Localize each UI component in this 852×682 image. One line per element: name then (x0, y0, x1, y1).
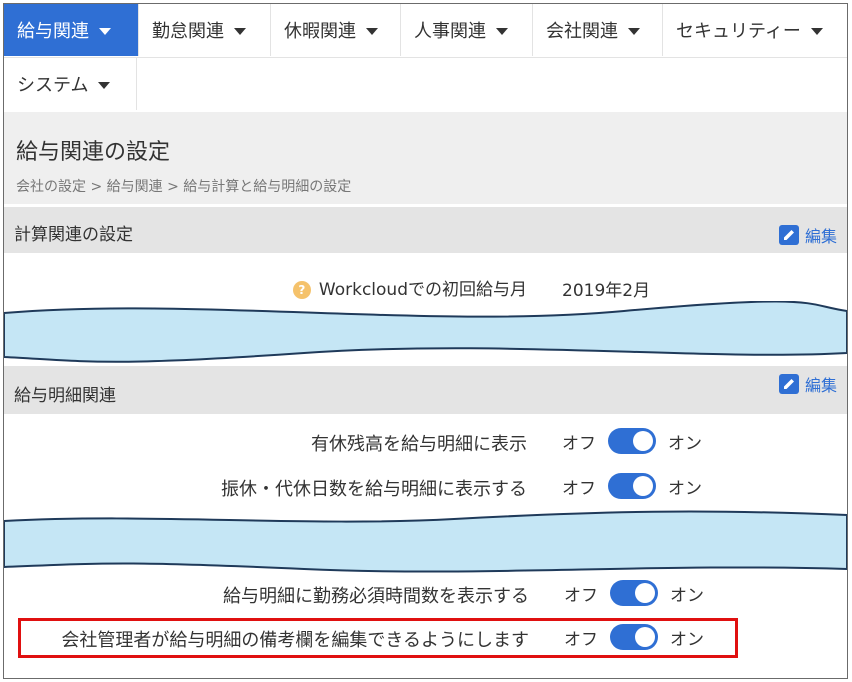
tab-label: セキュリティー (676, 21, 801, 42)
toggle-on-label: オン (668, 433, 702, 454)
section-payslip-header: 給与明細関連 編集 (4, 366, 847, 414)
help-icon[interactable]: ? (292, 281, 311, 299)
tab-label: 休暇関連 (284, 21, 356, 42)
setting-label: 有休残高を給与明細に表示 (311, 434, 527, 455)
setting-row: 給与明細に勤務必須時間数を表示する オフ オン (4, 578, 847, 612)
cut-band (4, 301, 847, 363)
section-title: 計算関連の設定 (14, 225, 133, 245)
setting-label: ? Workcloudでの初回給与月 (292, 275, 527, 300)
caret-down-icon (234, 27, 246, 35)
settings-frame: 給与関連 勤怠関連 休暇関連 人事関連 会社関連 セキュリティー システム 給与… (3, 3, 848, 679)
tab-leave[interactable]: 休暇関連 (271, 4, 401, 56)
caret-down-icon (810, 27, 823, 35)
toggle-knob (635, 583, 655, 603)
toggle-off-label: オフ (562, 478, 596, 499)
caret-down-icon (496, 27, 508, 35)
toggle-group: オフ オン (562, 473, 702, 499)
tab-label: 給与関連 (17, 21, 89, 42)
toggle-group: オフ オン (562, 428, 702, 454)
tab-payroll[interactable]: 給与関連 (4, 4, 139, 56)
breadcrumb: 会社の設定 > 給与関連 > 給与計算と給与明細の設定 (16, 179, 352, 195)
page-header: 給与関連の設定 会社の設定 > 給与関連 > 給与計算と給与明細の設定 (4, 112, 847, 204)
caret-down-icon (99, 27, 111, 35)
toggle-switch[interactable] (610, 580, 658, 606)
setting-row: 振休・代休日数を給与明細に表示する オフ オン (4, 471, 847, 505)
page-title: 給与関連の設定 (16, 140, 171, 165)
tab-label: システム (17, 75, 89, 96)
edit-label: 編集 (804, 227, 837, 246)
toggle-on-label: オン (670, 585, 704, 606)
tab-label: 人事関連 (414, 21, 486, 42)
caret-down-icon (366, 27, 378, 35)
tab-security[interactable]: セキュリティー (663, 4, 847, 56)
setting-row: 有休残高を給与明細に表示 オフ オン (4, 426, 847, 460)
toggle-knob (633, 431, 653, 451)
highlight-box (18, 618, 738, 658)
setting-label-text: Workcloudでの初回給与月 (318, 280, 527, 300)
tab-system[interactable]: システム (4, 58, 137, 110)
edit-calc-button[interactable]: 編集 (778, 223, 837, 247)
tab-attendance[interactable]: 勤怠関連 (139, 4, 271, 56)
toggle-off-label: オフ (564, 585, 598, 606)
tab-hr[interactable]: 人事関連 (401, 4, 533, 56)
top-nav: 給与関連 勤怠関連 休暇関連 人事関連 会社関連 セキュリティー システム (4, 4, 847, 112)
tab-label: 会社関連 (546, 21, 618, 42)
toggle-on-label: オン (668, 478, 702, 499)
edit-label: 編集 (804, 376, 837, 395)
edit-payslip-button[interactable]: 編集 (778, 372, 837, 396)
toggle-switch[interactable] (608, 428, 656, 454)
section-title: 給与明細関連 (14, 386, 116, 406)
setting-label: 給与明細に勤務必須時間数を表示する (223, 586, 529, 607)
section-calc-header: 計算関連の設定 編集 (4, 207, 847, 253)
tab-company[interactable]: 会社関連 (533, 4, 663, 56)
pencil-icon (778, 374, 799, 394)
setting-value: 2019年2月 (562, 281, 651, 301)
caret-down-icon (628, 27, 640, 35)
toggle-knob (633, 476, 653, 496)
toggle-group: オフ オン (564, 580, 704, 606)
caret-down-icon (98, 81, 111, 89)
toggle-switch[interactable] (608, 473, 656, 499)
pencil-icon (778, 225, 799, 245)
setting-label: 振休・代休日数を給与明細に表示する (221, 479, 527, 500)
cut-band (4, 510, 847, 573)
toggle-off-label: オフ (562, 433, 596, 454)
tab-label: 勤怠関連 (152, 21, 224, 42)
